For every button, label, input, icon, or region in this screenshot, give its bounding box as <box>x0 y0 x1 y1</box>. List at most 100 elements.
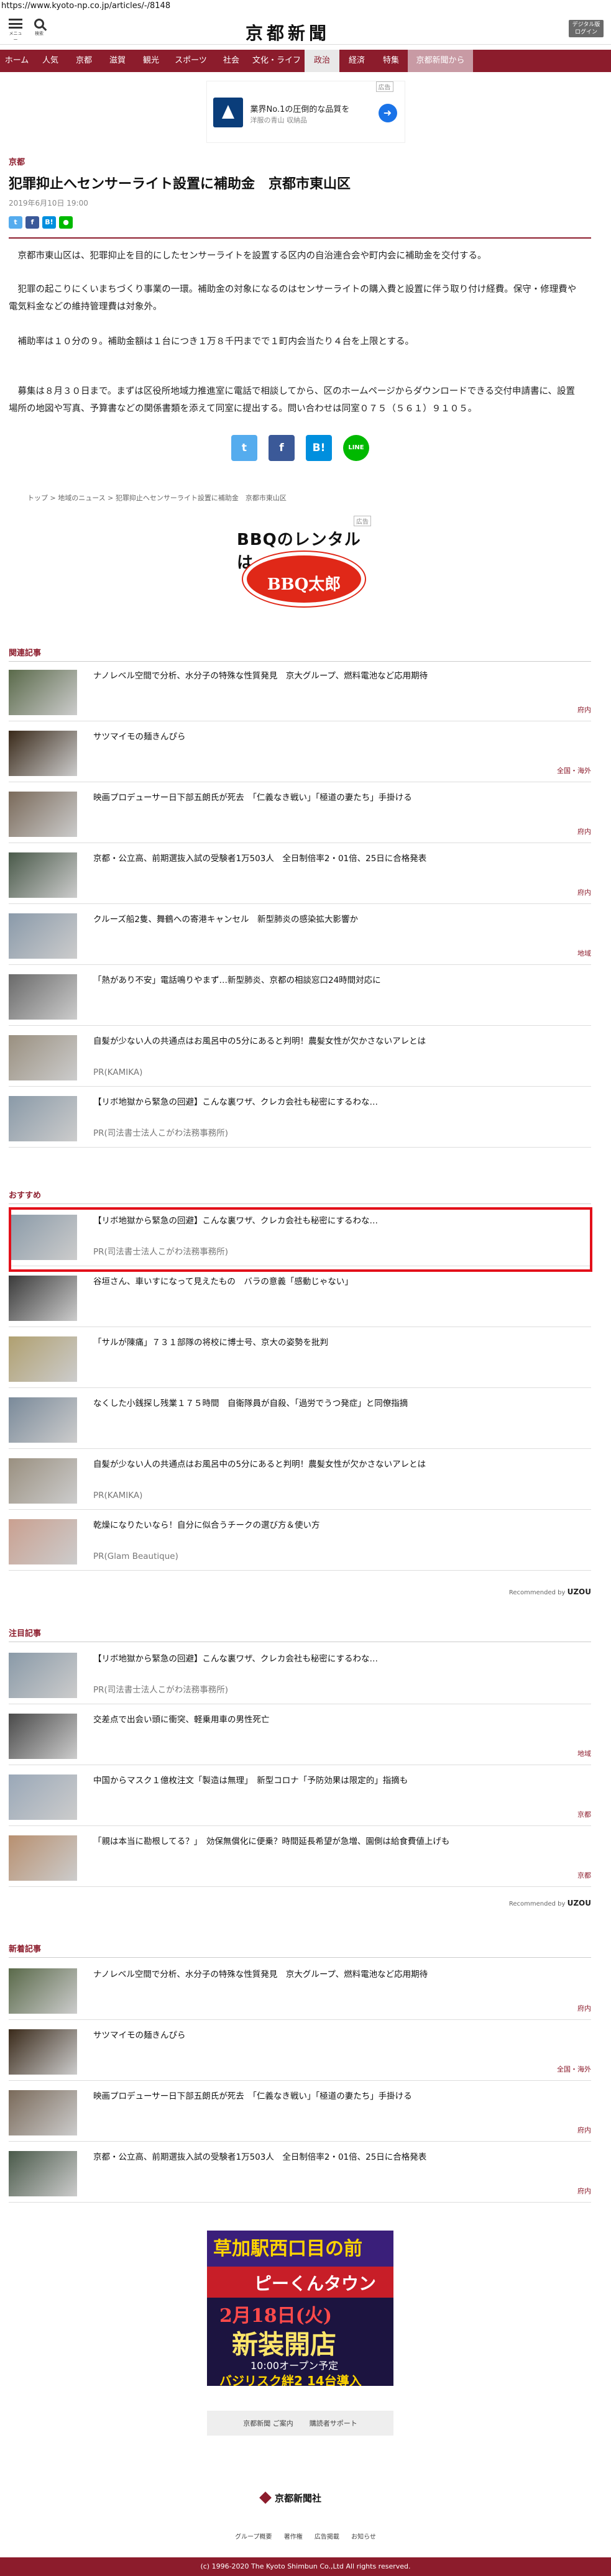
nav-tab[interactable]: ホーム <box>0 50 34 72</box>
logo-mark-icon <box>259 2492 272 2504</box>
bbq-ad[interactable]: 広告 BBQのレンタルは BBQ太郎 <box>237 516 371 615</box>
ad-logo-icon <box>213 98 243 127</box>
list-item[interactable]: 「熱があり不安」電話鳴りやまず…新型肺炎、京都の相談窓口24時間対応に <box>9 968 591 1026</box>
category-tag[interactable]: 地域 <box>577 948 591 958</box>
menu-button[interactable]: メニュー <box>7 19 24 43</box>
facebook-icon[interactable]: f <box>269 435 295 461</box>
footer-link[interactable]: 広告掲載 <box>315 2534 339 2541</box>
list-item-title: 映画プロデューサー日下部五朗氏が死去 「仁義なき戦い」「極道の妻たち」手掛ける <box>93 793 412 803</box>
line-icon[interactable]: LINE <box>343 435 369 461</box>
nav-tab[interactable]: 経済 <box>339 50 374 72</box>
nav-tab[interactable]: 特集 <box>374 50 408 72</box>
category-tag[interactable]: 府内 <box>577 887 591 897</box>
list-item-title: ナノレベル空間で分析、水分子の特殊な性質発見 京大グループ、燃料電池など応用期待 <box>93 671 428 681</box>
url-bar: https://www.kyoto-np.co.jp/articles/-/81… <box>1 1 171 11</box>
footer-link[interactable]: グループ概要 <box>235 2534 272 2541</box>
footer-guide-link[interactable]: 京都新聞 ご案内 <box>243 2418 293 2428</box>
footer-links: グループ概要 著作権 広告掲載 お知らせ <box>0 2531 611 2541</box>
breadcrumb-home[interactable]: トップ <box>27 494 48 502</box>
category-tag[interactable]: 京都 <box>577 1809 591 1819</box>
list-item[interactable]: 映画プロデューサー日下部五朗氏が死去 「仁義なき戦い」「極道の妻たち」手掛ける府… <box>9 2084 591 2142</box>
footer-support-link[interactable]: 購読者サポート <box>310 2418 357 2428</box>
list-item-title: 京都・公立高、前期選抜入試の受験者1万503人 全日制倍率2・01倍、25日に合… <box>93 854 427 864</box>
list-item[interactable]: 「親は本当に勘根してる？」 効保無償化に便乗？時間延長希望が急増、園側は給食費値… <box>9 1829 591 1887</box>
article-paragraph-2: 犯罪の起こりにくいまちづくり事業の一環。補助金の対象になるのはセンサーライトの購… <box>9 285 577 312</box>
list-item-title: 【リボ地獄から緊急の回避】こんな裏ワザ、クレカ会社も秘密にするわな… <box>93 1654 379 1664</box>
list-item[interactable]: 交差点で出会い頭に衝突、軽乗用車の男性死亡 地域 <box>9 1707 591 1765</box>
twitter-icon[interactable]: t <box>231 435 257 461</box>
category-tag[interactable]: 府内 <box>577 2125 591 2135</box>
list-item[interactable]: クルーズ船2隻、舞鶴への寄港キャンセル 新型肺炎の感染拡大影響か 地域 <box>9 907 591 965</box>
list-item[interactable]: なくした小銭探し残業１７５時間 自衛隊員が自殺、「過労でうつ発症」と同僚指摘 <box>9 1391 591 1449</box>
site-header: メニュー 検索 京都新聞 デジタル版 ログイン <box>0 14 611 45</box>
list-item-title: 【リボ地獄から緊急の回避】こんな裏ワザ、クレカ会社も秘密にするわな… <box>93 1097 379 1107</box>
article-paragraph-1: 京都市東山区は、犯罪抑止を目的にしたセンサーライトを設置する区内の自治連合会や町… <box>17 251 487 261</box>
sponsor-label: PR(KAMIKA) <box>93 1067 143 1077</box>
login-button[interactable]: デジタル版 ログイン <box>569 20 604 37</box>
search-button[interactable]: 検索 <box>31 19 47 37</box>
category-tag[interactable]: 京都 <box>577 1870 591 1880</box>
breadcrumb-local[interactable]: 地域のニュース <box>58 494 105 502</box>
bottom-ad[interactable]: 草加駅西口目の前 ピーくんタウン 2月18日(火) 新装開店 10:00オープン… <box>207 2231 393 2386</box>
line-icon[interactable]: ● <box>59 216 73 229</box>
list-item[interactable]: 京都・公立高、前期選抜入試の受験者1万503人 全日制倍率2・01倍、25日に合… <box>9 846 591 904</box>
list-item[interactable]: 自髪が少ない人の共通点はお風呂中の5分にあると判明！農髪女性が欠かさないアレとは… <box>9 1452 591 1510</box>
list-item[interactable]: 谷垣さん、車いすになって見えたもの バラの意義「感動じゃない」 <box>9 1269 591 1327</box>
nav-tab[interactable]: 観光 <box>134 50 168 72</box>
search-label: 検索 <box>35 31 44 36</box>
nav-tab[interactable]: 社会 <box>214 50 249 72</box>
sponsor-label: PR(司法書士法人こがわ法務事務所) <box>93 1128 229 1138</box>
thumbnail <box>9 792 77 837</box>
thumbnail <box>9 852 77 898</box>
list-item[interactable]: サツマイモの麺きんぴら 全国・海外 <box>9 2023 591 2081</box>
newest-heading: 新着記事 <box>9 1945 42 1954</box>
twitter-icon[interactable]: t <box>9 216 22 229</box>
recommended-by: Recommended by UZOU <box>508 1899 591 1907</box>
share-small: t f B! ● <box>9 216 73 229</box>
footer-link[interactable]: お知らせ <box>351 2534 376 2541</box>
footer-link[interactable]: 著作権 <box>284 2534 303 2541</box>
category-tag[interactable]: 府内 <box>577 2003 591 2013</box>
nav-tab[interactable]: 京都 <box>67 50 101 72</box>
bottom-ad-line5: 10:00オープン予定 <box>250 2360 339 2372</box>
nav-tab[interactable]: 文化・ライフ <box>249 50 305 72</box>
footer-logo[interactable]: 京都新聞社 <box>259 2492 321 2505</box>
thumbnail <box>9 913 77 959</box>
list-item[interactable]: 京都・公立高、前期選抜入試の受験者1万503人 全日制倍率2・01倍、25日に合… <box>9 2145 591 2203</box>
hatena-icon[interactable]: B! <box>306 435 332 461</box>
nav-tab[interactable]: スポーツ <box>168 50 214 72</box>
list-item[interactable]: 【リボ地獄から緊急の回避】こんな裏ワザ、クレカ会社も秘密にするわな… PR(司法書… <box>9 1647 591 1704</box>
arrow-right-icon[interactable]: ➜ <box>378 104 397 122</box>
list-item[interactable]: 自髪が少ない人の共通点はお風呂中の5分にあると判明！農髪女性が欠かさないアレとは… <box>9 1029 591 1087</box>
ad-subtext: 洋服の青山 収納品 <box>250 116 308 124</box>
category-tag[interactable]: 府内 <box>577 826 591 836</box>
list-item[interactable]: 中国からマスク１億枚注文「製造は無理」 新型コロナ「予防効果は限定的」指摘も 京都 <box>9 1768 591 1826</box>
nav-tab[interactable]: 京都新聞から <box>408 50 473 72</box>
list-item[interactable]: 【リボ地獄から緊急の回避】こんな裏ワザ、クレカ会社も秘密にするわな… PR(司法書… <box>9 1090 591 1148</box>
article-category[interactable]: 京都 <box>9 155 25 167</box>
list-item[interactable]: 乾燥になりたいなら！自分に似合うチークの選び方＆使い方 PR(Glam Beaut… <box>9 1513 591 1571</box>
list-item[interactable]: 映画プロデューサー日下部五朗氏が死去 「仁義なき戦い」「極道の妻たち」手掛ける府… <box>9 785 591 843</box>
list-item[interactable]: サツマイモの麺きんぴら 全国・海外 <box>9 724 591 782</box>
nav-tab[interactable]: 滋賀 <box>101 50 134 72</box>
sponsor-label: PR(KAMIKA) <box>93 1491 143 1500</box>
hatena-icon[interactable]: B! <box>42 216 56 229</box>
uzou-logo: UZOU <box>567 1899 591 1907</box>
nav-tab[interactable]: 人気 <box>34 50 67 72</box>
category-tag[interactable]: 全国・海外 <box>557 765 591 775</box>
divider <box>9 1957 591 1958</box>
facebook-icon[interactable]: f <box>25 216 39 229</box>
site-logo[interactable]: 京都新聞 <box>246 20 330 45</box>
list-item[interactable]: 「サルが陳痛」７３１部隊の将校に博士号、京大の姿勢を批判 <box>9 1330 591 1388</box>
list-item[interactable]: ナノレベル空間で分析、水分子の特殊な性質発見 京大グループ、燃料電池など応用期待… <box>9 1962 591 2020</box>
list-item[interactable]: ナノレベル空間で分析、水分子の特殊な性質発見 京大グループ、燃料電池など応用期待… <box>9 664 591 721</box>
top-ad[interactable]: 広告 業界No.1の圧倒的な品質を 洋服の青山 収納品 ➜ <box>206 81 405 143</box>
article-paragraph-3: 補助率は１０分の９。補助金額は１台につき１万８千円までで１町内会当たり４台を上限… <box>17 337 415 347</box>
category-tag[interactable]: 府内 <box>577 705 591 715</box>
category-tag[interactable]: 地域 <box>577 1748 591 1758</box>
ad-text: 業界No.1の圧倒的な品質を <box>250 105 350 114</box>
category-tag[interactable]: 府内 <box>577 2186 591 2196</box>
nav-tab[interactable]: 政治 <box>305 50 339 72</box>
sponsor-label: PR(Glam Beautique) <box>93 1551 178 1561</box>
category-tag[interactable]: 全国・海外 <box>557 2064 591 2074</box>
